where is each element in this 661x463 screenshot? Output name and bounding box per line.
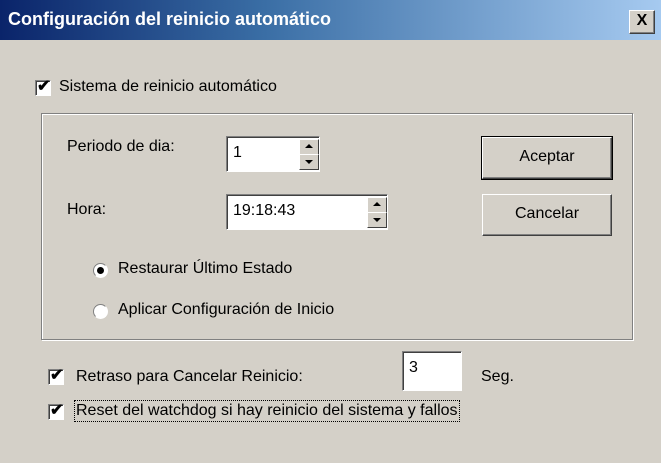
- delay-value: 3: [409, 359, 418, 376]
- arrow-up-icon: [373, 202, 381, 206]
- hour-spin-buttons: [367, 197, 387, 228]
- restore-last-state-label: Restaurar Último Estado: [118, 260, 293, 277]
- arrow-up-icon: [305, 144, 313, 148]
- period-value: 1: [233, 144, 242, 161]
- hour-down-button[interactable]: [367, 212, 387, 228]
- title-bar[interactable]: Configuración del reinicio automático X: [0, 0, 661, 40]
- auto-restart-label: Sistema de reinicio automático: [59, 78, 277, 95]
- delay-unit: Seg.: [481, 368, 514, 385]
- auto-restart-checkbox[interactable]: ✔: [35, 78, 51, 96]
- watchdog-label: Reset del watchdog si hay reinicio del s…: [74, 400, 460, 422]
- hour-spinbox[interactable]: 19:18:43: [226, 194, 388, 230]
- close-button[interactable]: X: [629, 10, 655, 34]
- checkmark-icon: ✔: [50, 367, 64, 384]
- apply-startup-config-label: Aplicar Configuración de Inicio: [118, 301, 335, 318]
- delay-checkbox[interactable]: ✔: [48, 367, 64, 385]
- checkmark-icon: ✔: [50, 402, 64, 419]
- period-spin-buttons: [299, 139, 319, 170]
- restore-last-state-radio[interactable]: [93, 263, 108, 278]
- cancel-button[interactable]: Cancelar: [482, 194, 612, 236]
- period-up-button[interactable]: [299, 139, 319, 155]
- delay-label: Retraso para Cancelar Reinicio:: [76, 368, 303, 385]
- arrow-down-icon: [305, 160, 313, 164]
- hour-label: Hora:: [67, 201, 107, 218]
- period-down-button[interactable]: [299, 154, 319, 170]
- radio-dot-icon: [97, 267, 104, 274]
- hour-up-button[interactable]: [367, 197, 387, 213]
- watchdog-checkbox[interactable]: ✔: [48, 402, 64, 420]
- checkmark-icon: ✔: [37, 78, 51, 95]
- delay-input[interactable]: 3: [402, 351, 462, 391]
- dialog-title: Configuración del reinicio automático: [8, 9, 332, 29]
- arrow-down-icon: [373, 218, 381, 222]
- accept-button[interactable]: Aceptar: [481, 136, 613, 180]
- dialog-window: Configuración del reinicio automático X …: [0, 0, 661, 463]
- period-label: Periodo de dia:: [67, 138, 175, 155]
- period-spinbox[interactable]: 1: [226, 136, 320, 172]
- hour-value: 19:18:43: [233, 202, 296, 219]
- apply-startup-config-radio[interactable]: [93, 304, 108, 319]
